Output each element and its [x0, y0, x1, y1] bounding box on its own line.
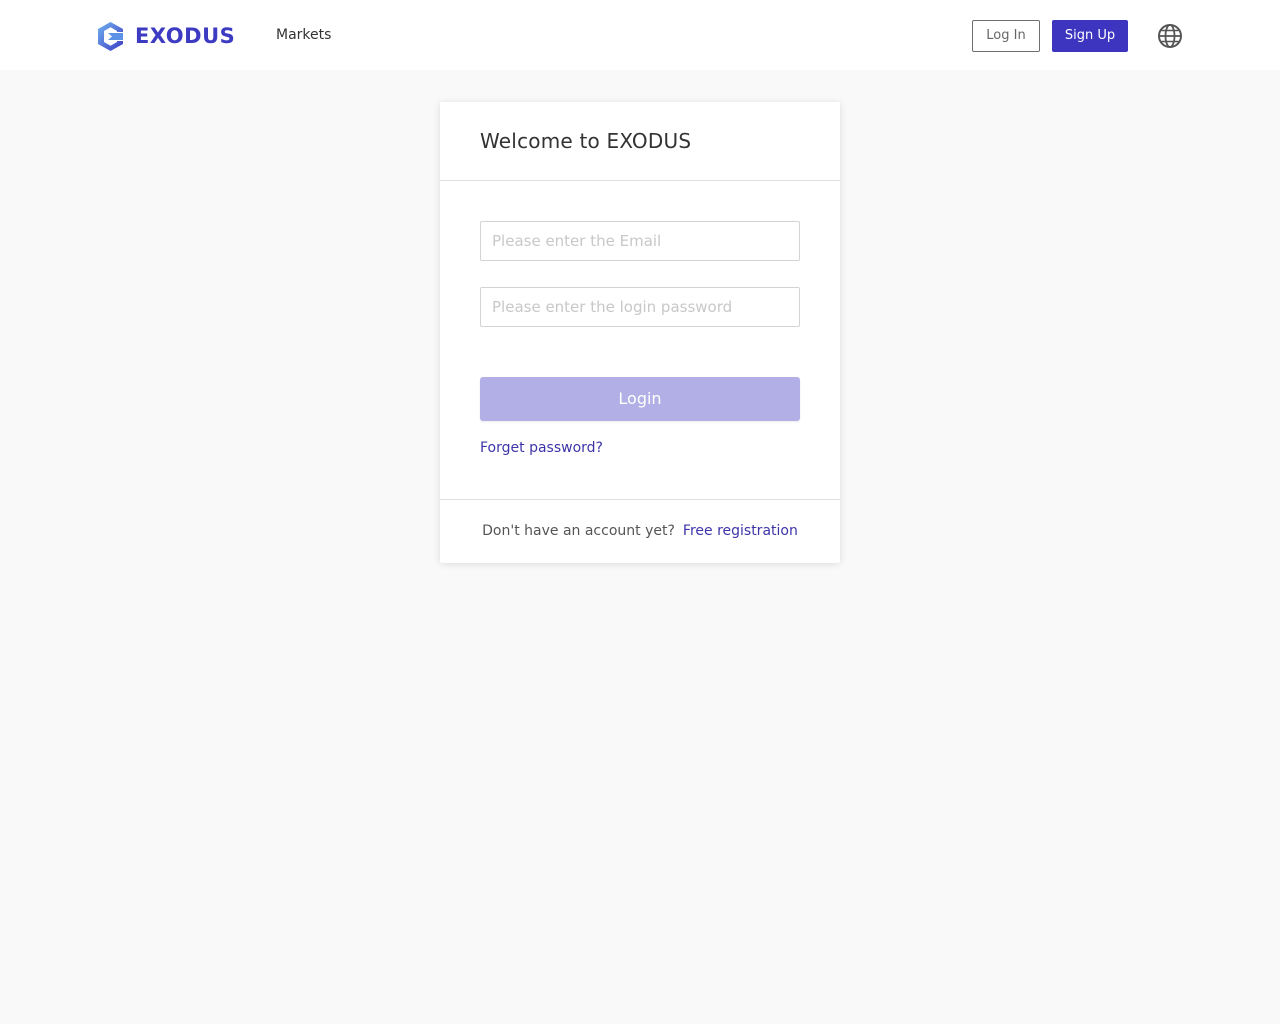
- top-navbar: EXODUS Markets Log In Sign Up: [0, 0, 1280, 70]
- globe-icon[interactable]: [1157, 23, 1183, 49]
- login-card-footer: Don't have an account yet? Free registra…: [440, 499, 840, 562]
- login-card-header: Welcome to EXODUS: [440, 102, 840, 181]
- login-form: Login Forget password?: [440, 181, 840, 499]
- login-card: Welcome to EXODUS Login Forget password?…: [440, 102, 840, 563]
- email-input[interactable]: [480, 221, 800, 261]
- header-login-button[interactable]: Log In: [972, 20, 1040, 52]
- login-button[interactable]: Login: [480, 377, 800, 421]
- logo[interactable]: EXODUS: [95, 20, 235, 52]
- login-card-title: Welcome to EXODUS: [480, 129, 692, 153]
- no-account-text: Don't have an account yet?: [482, 523, 675, 539]
- exodus-logo-icon: [98, 21, 123, 51]
- header-signup-button[interactable]: Sign Up: [1052, 20, 1128, 52]
- nav-markets-link[interactable]: Markets: [276, 25, 331, 45]
- free-registration-link[interactable]: Free registration: [683, 523, 798, 539]
- logo-text: EXODUS: [135, 24, 236, 48]
- forgot-password-link[interactable]: Forget password?: [480, 438, 603, 458]
- password-input[interactable]: [480, 287, 800, 327]
